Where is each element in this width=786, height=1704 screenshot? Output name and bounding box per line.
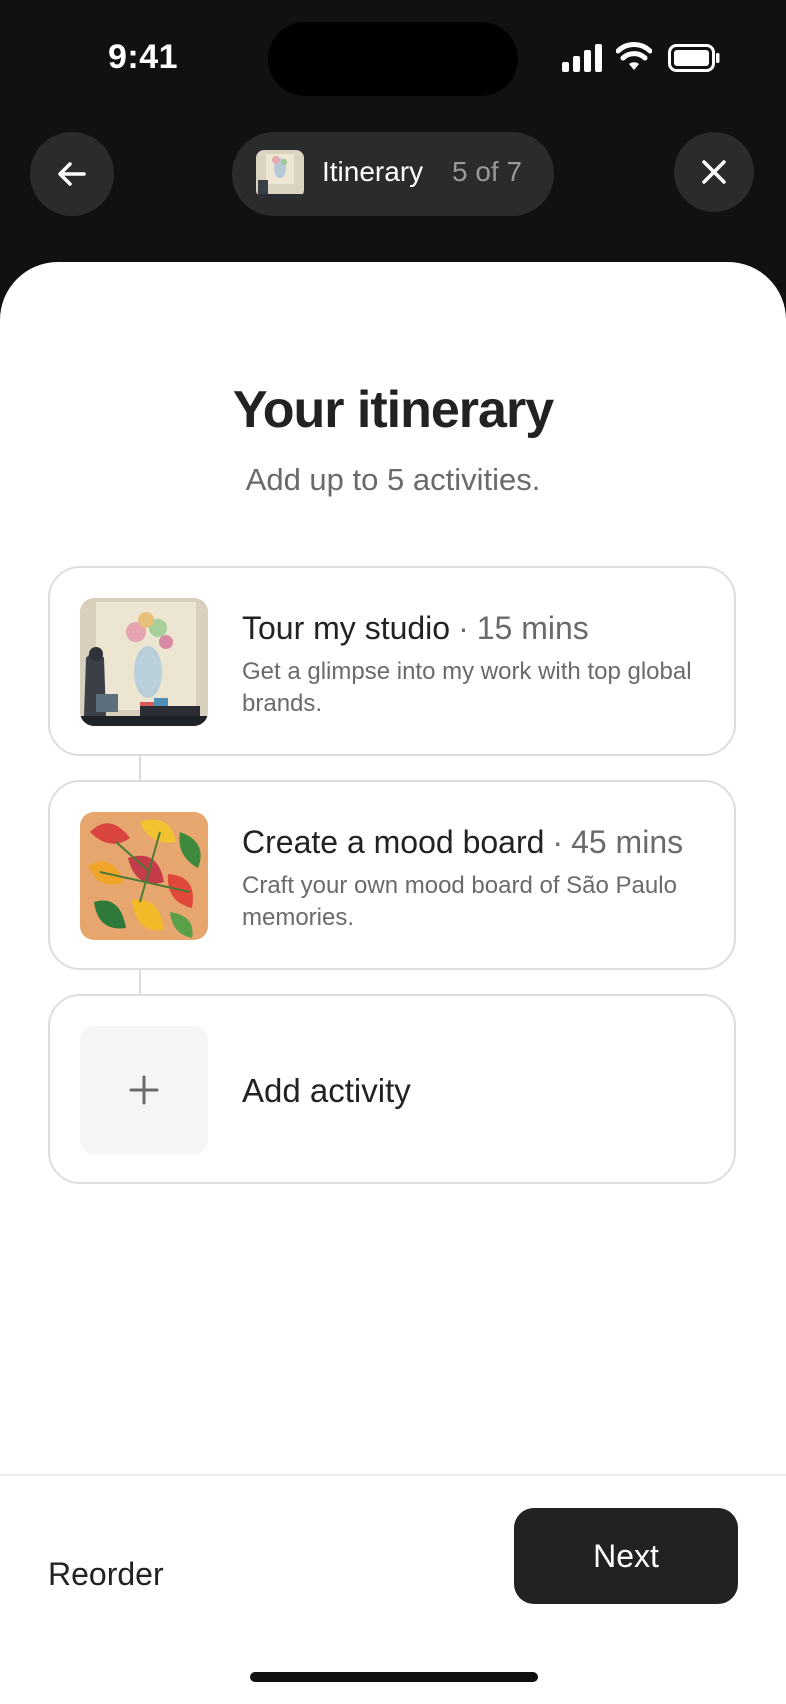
home-indicator bbox=[250, 1672, 538, 1682]
dynamic-island bbox=[268, 22, 518, 96]
itinerary-step-pill: Itinerary 5 of 7 bbox=[232, 132, 554, 216]
activity-card-mood-board[interactable]: Create a mood board · 45 mins Craft your o… bbox=[48, 780, 736, 970]
reorder-button[interactable]: Reorder bbox=[48, 1556, 164, 1593]
top-bar: 9:41 Itinerary 5 of 7 bbox=[0, 0, 786, 300]
timeline-connector bbox=[139, 756, 141, 780]
itinerary-sheet: Your itinerary Add up to 5 activities. T… bbox=[0, 262, 786, 1704]
activity-duration: 45 mins bbox=[571, 824, 684, 860]
add-activity-card[interactable]: Add activity bbox=[48, 994, 736, 1184]
activity-title-row: Tour my studio · 15 mins bbox=[242, 610, 589, 647]
cellular-signal-icon bbox=[562, 44, 602, 72]
activity-card-tour-studio[interactable]: Tour my studio · 15 mins Get a glimpse int… bbox=[48, 566, 736, 756]
arrow-left-icon bbox=[58, 162, 86, 186]
status-time: 9:41 bbox=[108, 38, 179, 76]
pill-step-counter: 5 of 7 bbox=[452, 156, 523, 187]
close-button[interactable] bbox=[674, 132, 754, 212]
activity-title: Tour my studio bbox=[242, 610, 451, 646]
footer-divider bbox=[0, 1474, 786, 1476]
activity-description: Get a glimpse into my work with top glob… bbox=[242, 658, 692, 717]
activity-description: Craft your own mood board of São Paulo m… bbox=[242, 872, 677, 931]
add-activity-label: Add activity bbox=[242, 1072, 411, 1109]
page-title: Your itinerary bbox=[232, 381, 554, 439]
timeline-connector bbox=[139, 970, 141, 994]
plus-icon bbox=[129, 1075, 159, 1105]
status-bar: 9:41 bbox=[0, 0, 786, 120]
activity-title-row: Create a mood board · 45 mins bbox=[242, 824, 683, 861]
activity-image-mood-board bbox=[80, 812, 208, 940]
activity-image-studio bbox=[80, 598, 208, 726]
title-separator: · bbox=[552, 824, 564, 860]
back-button[interactable] bbox=[30, 132, 114, 216]
battery-icon bbox=[668, 44, 720, 72]
next-button[interactable]: Next bbox=[514, 1508, 738, 1604]
title-separator: · bbox=[458, 610, 469, 646]
close-icon bbox=[702, 160, 726, 184]
wifi-icon bbox=[616, 42, 652, 70]
add-activity-placeholder bbox=[80, 1026, 208, 1154]
activity-duration: 15 mins bbox=[476, 610, 589, 646]
pill-title: Itinerary bbox=[322, 156, 424, 187]
itinerary-thumbnail bbox=[256, 150, 304, 198]
page-subtitle: Add up to 5 activities. bbox=[245, 462, 541, 497]
activity-title: Create a mood board bbox=[242, 824, 545, 860]
